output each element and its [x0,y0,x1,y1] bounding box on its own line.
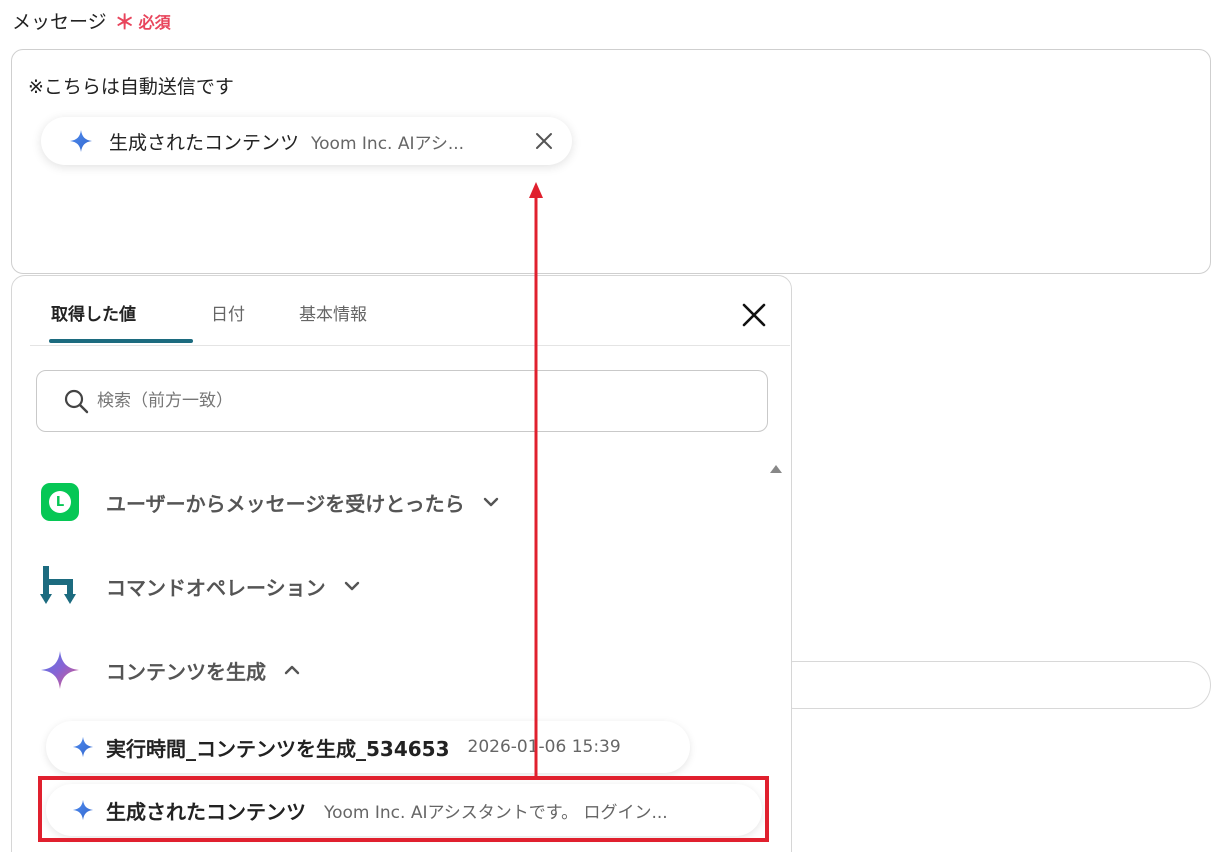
line-app-icon-wrap: L [40,482,80,522]
sparkle-icon [70,130,92,152]
gemini-sparkle-icon-wrap [40,650,80,690]
highlight-annotation-box [38,776,769,842]
command-operation-icon [40,566,76,604]
group-generate-content[interactable]: コンテンツを生成 [40,650,302,690]
list-item-execution-time[interactable]: 実行時間_コンテンツを生成_534653 Yoom Inc. AIアシスタントで… [46,721,690,773]
chevron-up-icon [284,665,300,675]
search-input[interactable] [97,391,697,411]
tab-acquired-values[interactable]: 取得した値 [51,300,136,325]
active-tab-indicator [49,339,193,343]
field-label-text: メッセージ [12,11,107,33]
message-field-label: メッセージ ＊ 必須 [12,6,171,35]
scrollbar-track[interactable] [770,476,782,852]
required-text: 必須 [138,12,171,32]
annotation-arrow-icon [529,182,543,778]
token-sub: Yoom Inc. AIアシ... [311,133,465,154]
message-token-chip[interactable]: 生成されたコンテンツ Yoom Inc. AIアシ... [41,117,572,165]
tab-bar: 取得した値 日付 基本情報 [30,276,790,346]
group-label: ユーザーからメッセージを受けとったら [106,491,465,516]
gemini-sparkle-icon [41,651,79,689]
remove-token-icon[interactable] [532,129,556,153]
command-operation-icon-wrap [40,566,80,606]
tab-basic-info[interactable]: 基本情報 [299,300,367,325]
required-asterisk: ＊ [114,10,135,34]
tab-date[interactable]: 日付 [211,300,245,325]
sparkle-icon [72,736,94,758]
group-label: コマンドオペレーション [106,575,326,600]
search-icon [64,389,89,414]
group-command-operation[interactable]: コマンドオペレーション [40,566,362,606]
scroll-up-arrow-icon[interactable] [769,462,783,474]
background-input-field[interactable] [770,661,1211,709]
line-app-icon-glyph: L [49,491,71,513]
chevron-down-icon [344,581,359,591]
line-app-icon: L [41,483,79,521]
chevron-down-icon [483,497,498,507]
message-static-text: ※こちらは自動送信です [28,76,234,98]
search-box[interactable] [36,370,768,432]
token-label: 生成されたコンテンツ [109,131,300,154]
group-label: コンテンツを生成 [106,659,266,684]
group-line-message-received[interactable]: L ユーザーからメッセージを受けとったら [40,482,501,522]
item-label: 実行時間_コンテンツを生成_534653 [106,736,450,761]
close-icon[interactable] [740,301,768,329]
